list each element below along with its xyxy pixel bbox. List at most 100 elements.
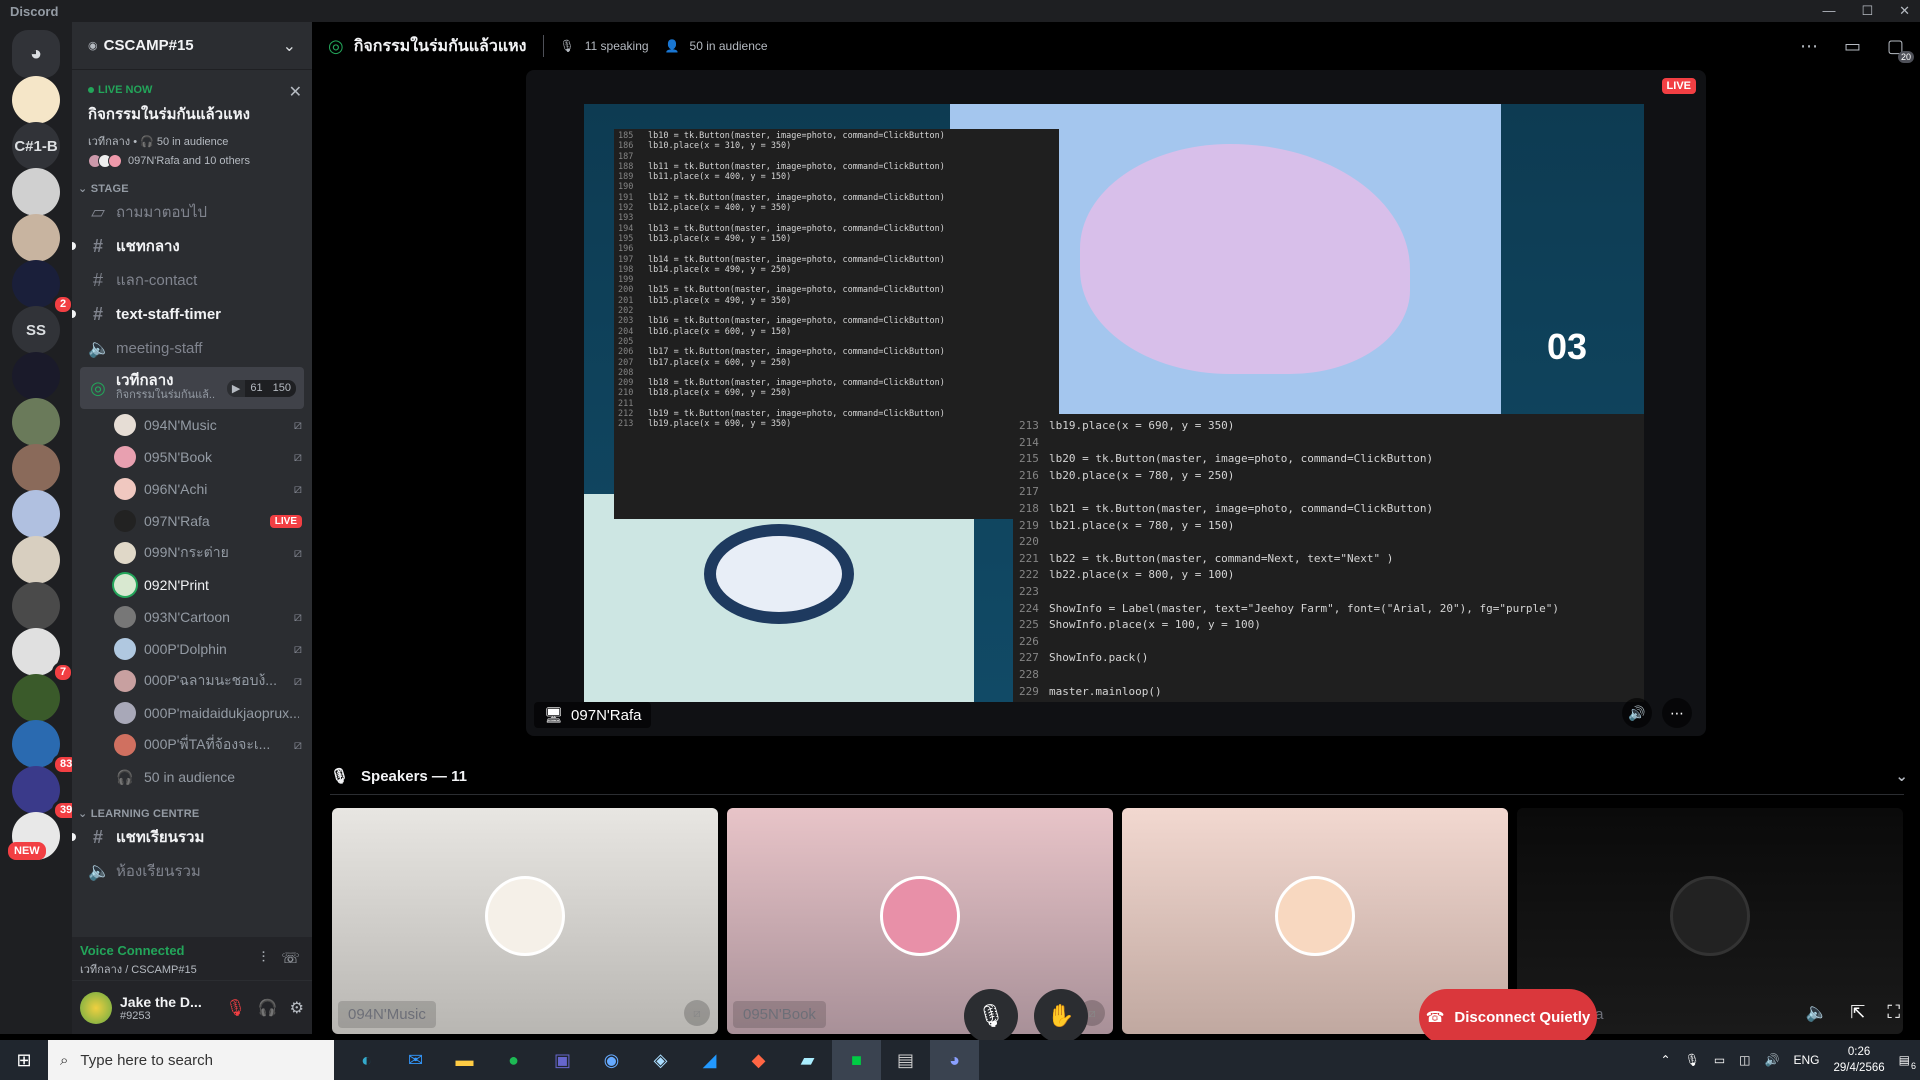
server-icon[interactable] [12,674,60,722]
server-icon[interactable] [12,168,60,216]
stage-member[interactable]: 000P'พี่TAที่จ้องจะเ... ⧄ [114,729,302,761]
popout-icon[interactable]: ⇱ [1850,1002,1865,1023]
stage-member[interactable]: 097N'Rafa LIVE [114,505,302,537]
channel-4[interactable]: 🔈 meeting-staff [80,331,304,365]
server-icon[interactable] [12,582,60,630]
code-text: lb15 = tk.Button(master, image=photo, co… [648,285,945,296]
avatar[interactable] [80,991,112,1024]
line-number: 206 [618,347,634,358]
channel-1[interactable]: # แชทกลาง [72,229,304,263]
code-line: 229 master.mainloop() [1019,684,1638,701]
line-icon[interactable]: ■ [832,1040,881,1080]
edge-icon[interactable]: ◐ [342,1040,391,1080]
code-line: 218 lb21 = tk.Button(master, image=photo,… [1019,501,1638,518]
clock[interactable]: 0:26 29/4/2566 [1833,1044,1884,1076]
maximize-icon[interactable]: ☐ [1861,3,1873,19]
chevron-up-icon[interactable]: ⌃ [1661,1053,1671,1067]
noise-suppression-icon[interactable]: ⫶ [261,949,265,967]
volume-icon[interactable]: 🔊 [1622,698,1652,728]
code-line: 189 lb11.place(x = 400, y = 150) [618,172,1055,182]
server-icon[interactable] [12,398,60,446]
code-text: lb17.place(x = 600, y = 250) [648,357,792,368]
disconnect-quietly-button[interactable]: ☎ Disconnect Quietly [1419,989,1597,1045]
volume-icon[interactable]: 🔈 [1806,1002,1828,1023]
code-text: lb22 = tk.Button(master, command=Next, t… [1049,551,1394,565]
stage-member[interactable]: 092N'Print [114,569,302,601]
disconnect-icon[interactable]: ☏ [281,949,300,967]
channel-3[interactable]: # text-staff-timer [72,297,304,331]
fullscreen-icon[interactable]: ⛶ [1887,1002,1900,1023]
notification-icon[interactable]: ▤ 6 [1899,1053,1916,1071]
windows-start-icon[interactable]: ⊞ [0,1040,48,1080]
channel-learning-0[interactable]: # แชทเรียนรวม [72,820,304,854]
close-icon[interactable]: ✕ [289,82,302,102]
network-icon[interactable]: ◫ [1739,1053,1750,1067]
line-number: 204 [618,326,634,337]
stage-channel[interactable]: ◎ เวทีกลาง กิจกรรมในร่มกันแล้... ▶ 61 150 [80,367,304,409]
screen-share-stream[interactable]: 03 185 lb10 = tk.Button(master, image=pho… [526,70,1706,736]
discord-logo-icon[interactable]: ◕ [12,30,60,78]
server-icon[interactable]: C#1-B [12,122,60,170]
code-text: lb21.place(x = 780, y = 150) [1049,518,1235,532]
channel-2[interactable]: # แลก-contact [80,263,304,297]
discord-taskbar-icon[interactable]: ◕ [930,1040,979,1080]
channel-learning-1[interactable]: 🔈 ห้องเรียนรวม [80,854,304,888]
server-icon[interactable] [12,214,60,262]
code-line: 213 lb19.place(x = 690, y = 350) [1019,418,1638,435]
stage-member[interactable]: 096N'Achi ⧄ [114,473,302,505]
stage-member[interactable]: 094N'Music ⧄ [114,409,302,441]
headphones-icon[interactable]: 🎧 [258,998,278,1018]
speaker-tile[interactable]: 094N'Music ⧄ [332,808,718,1034]
stage-member[interactable]: 000P'maidaidukjaoprux... [114,697,302,729]
more-icon[interactable]: ⋯ [1662,698,1692,728]
server-icon[interactable] [12,536,60,584]
gear-icon[interactable]: ⚙ [290,998,304,1018]
folder-icon[interactable]: ▬ [440,1040,489,1080]
close-window-icon[interactable]: ✕ [1899,3,1910,19]
user-panel: Jake the D... #9253 🎙 🎧 ⚙ [72,981,312,1034]
audience-count[interactable]: 🎧 50 in audience [114,761,302,793]
channel-0[interactable]: ▱ ถามมาตอบไป [80,195,304,229]
minimize-icon[interactable]: — [1822,3,1835,19]
chat-icon[interactable]: ▢ 20 [1887,36,1914,63]
mic-toggle-button[interactable]: 🎙 [964,989,1018,1043]
files-icon[interactable]: ▤ [881,1040,930,1080]
stage-member[interactable]: 099N'กระต่าย ⧄ [114,537,302,569]
category-stage[interactable]: ⌄ STAGE [72,182,312,195]
member-name: 094N'Music [144,417,217,433]
speakers-header[interactable]: 🎙 Speakers — 11 ⌄ [330,762,1908,790]
steam-alt-icon[interactable]: ◉ [587,1040,636,1080]
server-icon[interactable] [12,76,60,124]
volume-tray-icon[interactable]: 🔊 [1765,1053,1780,1067]
mic-muted-icon: ⧄ [293,737,302,752]
mail-icon[interactable]: ✉ [391,1040,440,1080]
stage-member[interactable]: 000P'ฉลามนะชอบง้... ⧄ [114,665,302,697]
teams-icon[interactable]: ▣ [538,1040,587,1080]
taskbar-search-input[interactable]: ⌕ Type here to search [48,1040,334,1080]
stage-member[interactable]: 095N'Book ⧄ [114,441,302,473]
mic-tray-icon[interactable]: 🎙 [1685,1053,1700,1067]
server-icon[interactable] [12,444,60,492]
raise-hand-button[interactable]: ✋ [1034,989,1088,1043]
battery-icon[interactable]: ▭ [1714,1053,1725,1067]
mic-muted-icon[interactable]: 🎙 [225,998,245,1018]
steam-icon[interactable]: ◈ [636,1040,685,1080]
server-icon[interactable]: SS [12,306,60,354]
new-badge: NEW [8,842,46,860]
spotify-icon[interactable]: ● [489,1040,538,1080]
code-line: 208 [618,368,1055,378]
vscode-icon[interactable]: ◢ [685,1040,734,1080]
language-indicator[interactable]: ENG [1793,1053,1819,1067]
notes-icon[interactable]: ▰ [783,1040,832,1080]
popout-icon[interactable]: ▭ [1844,36,1861,57]
guild-header[interactable]: ◉ CSCAMP#15 ⌄ [72,22,312,70]
category-learning[interactable]: ⌄ LEARNING CENTRE [72,807,312,820]
server-icon[interactable] [12,490,60,538]
server-icon[interactable] [12,352,60,400]
figma-icon[interactable]: ◆ [734,1040,783,1080]
stage-member[interactable]: 000P'Dolphin ⧄ [114,633,302,665]
more-options-icon[interactable]: ⋯ [1800,36,1818,57]
stage-member[interactable]: 093N'Cartoon ⧄ [114,601,302,633]
live-now-card[interactable]: LIVE NOW กิจกรรมในร่มกันแล้วแหง เวทีกลาง… [80,78,304,174]
line-number: 189 [618,172,634,183]
